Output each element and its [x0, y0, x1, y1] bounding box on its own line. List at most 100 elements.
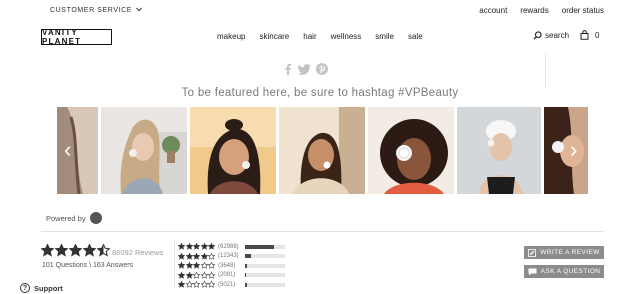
facebook-icon[interactable]: [283, 63, 293, 75]
customer-service-label: CUSTOMER SERVICE: [50, 7, 133, 14]
star-empty-icon: [208, 271, 215, 279]
star-half-icon: [97, 244, 110, 257]
star-filled-icon: [178, 243, 185, 250]
divider: [545, 54, 546, 88]
star-empty-icon: [185, 281, 193, 288]
support-button[interactable]: ? Support: [20, 283, 63, 293]
main-nav: makeup skincare hair wellness smile sale: [217, 32, 423, 41]
rating-row-count: (12343): [218, 253, 239, 259]
powered-by: Powered by: [46, 212, 102, 224]
rating-row-1[interactable]: (5021): [178, 280, 298, 289]
ask-question-button[interactable]: ASK A QUESTION: [524, 265, 604, 278]
divider: [174, 240, 175, 288]
star-filled-icon: [55, 244, 68, 257]
account-links: account rewards order status: [479, 6, 604, 15]
rating-row-stars: [178, 252, 216, 260]
ugc-photo[interactable]: [101, 107, 187, 194]
rating-row-bar-fill: [245, 282, 248, 287]
customer-service-menu[interactable]: CUSTOMER SERVICE: [50, 7, 142, 14]
rating-row-bar-fill: [245, 254, 251, 258]
rating-row-count: (2091): [218, 272, 236, 278]
top-utility-bar: CUSTOMER SERVICE account rewards order s…: [0, 0, 640, 22]
shopping-bag-icon: [580, 30, 589, 40]
chevron-down-icon: [135, 7, 142, 12]
nav-item-hair[interactable]: hair: [303, 32, 316, 41]
search-label: search: [545, 31, 570, 40]
rating-row-bar: [245, 273, 285, 277]
star-empty-icon: [208, 252, 215, 260]
rating-row-bar: [245, 282, 285, 287]
star-filled-icon: [185, 243, 193, 250]
rating-row-3[interactable]: (3648): [178, 261, 298, 270]
site-header: VANITY PLANET makeup skincare hair welln…: [0, 22, 640, 54]
star-filled-icon: [185, 271, 193, 279]
nav-item-makeup[interactable]: makeup: [217, 32, 245, 41]
pencil-icon: [528, 248, 537, 257]
rating-row-5[interactable]: (62988): [178, 242, 298, 251]
rewards-link[interactable]: rewards: [520, 6, 548, 15]
write-review-label: WRITE A REVIEW: [540, 249, 600, 256]
star-filled-icon: [178, 271, 185, 279]
ugc-photo[interactable]: [544, 107, 588, 194]
twitter-icon[interactable]: [298, 63, 311, 75]
account-link[interactable]: account: [479, 6, 507, 15]
ugc-photo[interactable]: [279, 107, 365, 194]
star-filled-icon: [41, 244, 54, 257]
star-empty-icon: [193, 281, 200, 288]
cart-button[interactable]: 0: [580, 30, 599, 40]
powered-by-logo-icon[interactable]: [89, 212, 102, 224]
star-filled-icon: [178, 281, 185, 288]
brand-logo[interactable]: VANITY PLANET: [41, 28, 112, 46]
star-empty-icon: [193, 271, 200, 279]
section-divider: [41, 231, 604, 232]
nav-item-wellness[interactable]: wellness: [331, 32, 362, 41]
cart-count: 0: [595, 30, 600, 40]
nav-item-sale[interactable]: sale: [408, 32, 423, 41]
star-filled-icon: [83, 244, 96, 257]
star-empty-icon: [200, 271, 208, 279]
star-filled-icon: [200, 252, 208, 260]
carousel-next-arrow[interactable]: ›: [570, 136, 577, 164]
social-links: [283, 63, 328, 75]
ugc-photo[interactable]: [190, 107, 276, 194]
rating-row-2[interactable]: (2091): [178, 271, 298, 280]
star-filled-icon: [193, 252, 200, 260]
rating-row-bar: [245, 263, 285, 268]
star-filled-icon: [193, 262, 200, 269]
rating-row-stars: [178, 262, 216, 269]
star-filled-icon: [193, 243, 200, 250]
qa-count[interactable]: 101 Questions \ 163 Answers: [42, 262, 133, 269]
order-status-link[interactable]: order status: [562, 6, 604, 15]
hashtag-prompt: To be featured here, be sure to hashtag …: [181, 87, 459, 99]
star-filled-icon: [178, 252, 185, 260]
rating-row-bar: [245, 244, 285, 249]
nav-item-skincare[interactable]: skincare: [259, 32, 289, 41]
rating-row-bar: [245, 254, 285, 258]
rating-row-4[interactable]: (12343): [178, 252, 298, 261]
star-filled-icon: [200, 243, 208, 250]
rating-row-stars: [178, 281, 216, 288]
rating-row-stars: [178, 271, 216, 279]
search-button[interactable]: search: [533, 31, 569, 40]
ask-question-label: ASK A QUESTION: [540, 268, 601, 275]
carousel-prev-arrow[interactable]: ‹: [64, 136, 71, 164]
star-filled-icon: [185, 252, 193, 260]
star-filled-icon: [69, 244, 82, 257]
star-empty-icon: [200, 262, 208, 269]
nav-item-smile[interactable]: smile: [375, 32, 394, 41]
write-review-button[interactable]: WRITE A REVIEW: [524, 246, 604, 259]
rating-row-bar-fill: [245, 263, 247, 268]
rating-row-bar-fill: [245, 273, 246, 277]
chat-bubble-icon: [528, 268, 537, 275]
average-rating-stars: [41, 244, 110, 257]
star-filled-icon: [185, 262, 193, 269]
star-filled-icon: [208, 243, 215, 250]
rating-row-count: (62988): [218, 243, 239, 250]
pinterest-icon[interactable]: [316, 63, 328, 75]
star-empty-icon: [208, 262, 215, 269]
ugc-photo[interactable]: [368, 107, 454, 194]
review-count[interactable]: 86092 Reviews: [112, 248, 163, 257]
rating-row-stars: [178, 243, 216, 250]
ugc-photo[interactable]: [457, 107, 541, 194]
rating-row-bar-fill: [245, 244, 275, 249]
